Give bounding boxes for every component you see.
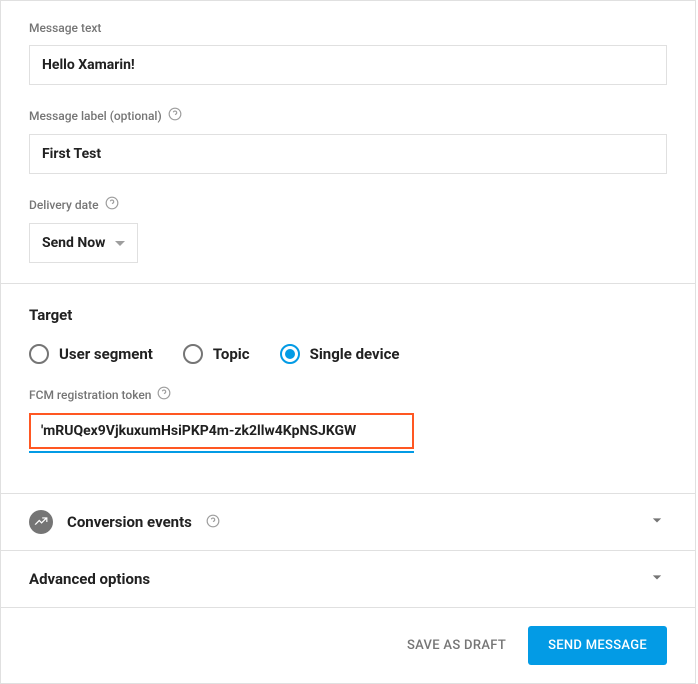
radio-single-device[interactable]: Single device (280, 344, 400, 364)
radio-circle (280, 344, 300, 364)
chevron-down-icon (647, 510, 667, 534)
trend-icon (29, 510, 53, 534)
send-message-button[interactable]: SEND MESSAGE (528, 626, 667, 665)
chevron-down-icon (647, 567, 667, 591)
message-label-label: Message label (optional) (29, 107, 667, 124)
conversion-events-accordion[interactable]: Conversion events (1, 493, 695, 550)
fcm-token-label: FCM registration token (29, 386, 667, 403)
radio-user-segment[interactable]: User segment (29, 344, 153, 364)
target-title: Target (29, 306, 667, 324)
radio-circle (29, 344, 49, 364)
delivery-date-label: Delivery date (29, 196, 667, 213)
help-icon[interactable] (206, 513, 220, 532)
help-icon[interactable] (105, 196, 119, 213)
delivery-date-dropdown[interactable]: Send Now (29, 223, 138, 263)
save-as-draft-button[interactable]: SAVE AS DRAFT (407, 638, 506, 653)
radio-circle (183, 344, 203, 364)
chevron-down-icon (115, 241, 125, 246)
help-icon[interactable] (157, 386, 171, 403)
advanced-options-accordion[interactable]: Advanced options (1, 550, 695, 607)
message-text-label: Message text (29, 21, 667, 35)
fcm-token-input[interactable] (29, 413, 414, 449)
help-icon[interactable] (168, 107, 182, 124)
radio-topic[interactable]: Topic (183, 344, 250, 364)
message-text-input[interactable] (29, 45, 667, 85)
message-label-input[interactable] (29, 134, 667, 174)
